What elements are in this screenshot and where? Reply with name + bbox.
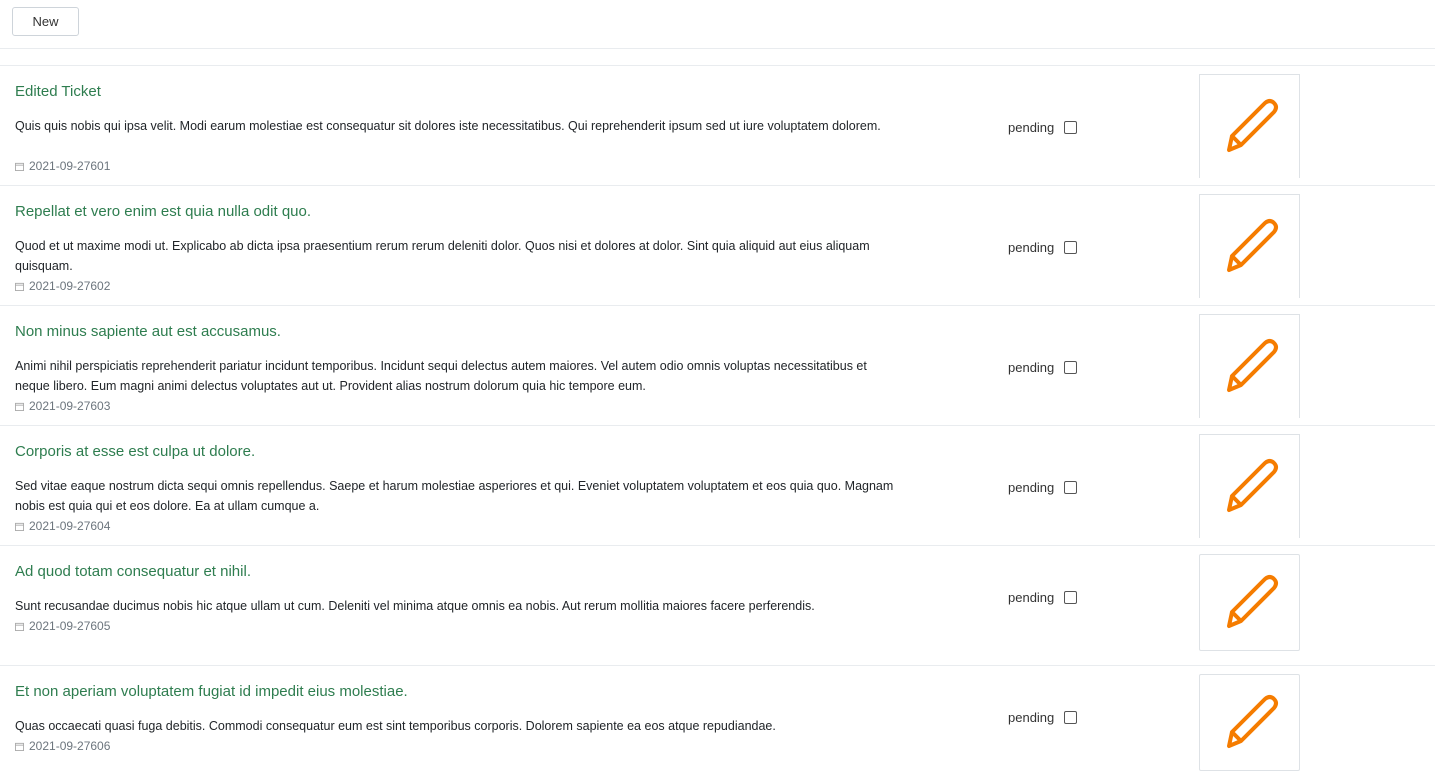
ticket-title[interactable]: Ad quod totam consequatur et nihil. — [15, 563, 251, 580]
ticket-description: Sed vitae eaque nostrum dicta sequi omni… — [15, 479, 894, 513]
ticket-title[interactable]: Non minus sapiente aut est accusamus. — [15, 323, 281, 340]
ticket-date: 2021-09-27606 — [29, 739, 111, 753]
ticket-description: Quod et ut maxime modi ut. Explicabo ab … — [15, 239, 870, 273]
ticket-date: 2021-09-27604 — [29, 519, 111, 533]
status-checkbox[interactable] — [1064, 591, 1078, 604]
ticket-title[interactable]: Et non aperiam voluptatem fugiat id impe… — [15, 683, 408, 700]
pencil-icon — [1226, 338, 1278, 392]
pencil-icon — [1226, 574, 1278, 628]
ticket-title[interactable]: Corporis at esse est culpa ut dolore. — [15, 443, 255, 460]
calendar-icon — [15, 282, 24, 291]
edit-button[interactable] — [1199, 74, 1300, 178]
status-label: pending — [1008, 240, 1055, 255]
ticket-date: 2021-09-27602 — [29, 279, 111, 293]
ticket-item: Repellat et vero enim est quia nulla odi… — [0, 186, 1435, 306]
pencil-icon — [1226, 694, 1278, 748]
ticket-description: Sunt recusandae ducimus nobis hic atque … — [15, 599, 815, 613]
edit-button[interactable] — [1199, 314, 1300, 418]
ticket-title[interactable]: Repellat et vero enim est quia nulla odi… — [15, 203, 311, 220]
ticket-meta: 2021-09-27605 — [15, 619, 110, 633]
status-checkbox[interactable] — [1064, 481, 1078, 494]
status-checkbox[interactable] — [1064, 121, 1078, 134]
ticket-meta: 2021-09-27601 — [15, 159, 110, 173]
ticket-item: Et non aperiam voluptatem fugiat id impe… — [0, 666, 1435, 784]
calendar-icon — [15, 522, 24, 531]
toolbar: New — [0, 0, 1435, 49]
ticket-description: Quis quis nobis qui ipsa velit. Modi ear… — [15, 119, 881, 133]
ticket-description: Quas occaecati quasi fuga debitis. Commo… — [15, 719, 776, 733]
status-area: pending — [1008, 240, 1078, 255]
pencil-icon — [1226, 218, 1278, 272]
status-area: pending — [1008, 480, 1078, 495]
edit-button[interactable] — [1199, 674, 1300, 771]
pencil-icon — [1226, 458, 1278, 512]
ticket-item: Corporis at esse est culpa ut dolore. Se… — [0, 426, 1435, 546]
ticket-list: Edited Ticket Quis quis nobis qui ipsa v… — [0, 65, 1435, 784]
ticket-description: Animi nihil perspiciatis reprehenderit p… — [15, 359, 867, 393]
ticket-item: Non minus sapiente aut est accusamus. An… — [0, 306, 1435, 426]
pencil-icon — [1226, 98, 1278, 152]
status-area: pending — [1008, 590, 1078, 605]
calendar-icon — [15, 162, 24, 171]
status-area: pending — [1008, 360, 1078, 375]
calendar-icon — [15, 742, 24, 751]
status-label: pending — [1008, 710, 1055, 725]
calendar-icon — [15, 402, 24, 411]
edit-button[interactable] — [1199, 554, 1300, 651]
status-checkbox[interactable] — [1064, 711, 1078, 724]
ticket-meta: 2021-09-27604 — [15, 519, 110, 533]
ticket-meta: 2021-09-27602 — [15, 279, 110, 293]
ticket-item: Ad quod totam consequatur et nihil. Sunt… — [0, 546, 1435, 666]
new-button[interactable]: New — [12, 7, 79, 36]
ticket-date: 2021-09-27605 — [29, 619, 111, 633]
ticket-title[interactable]: Edited Ticket — [15, 83, 101, 100]
status-area: pending — [1008, 710, 1078, 725]
status-label: pending — [1008, 480, 1055, 495]
edit-button[interactable] — [1199, 194, 1300, 298]
ticket-date: 2021-09-27601 — [29, 159, 111, 173]
status-area: pending — [1008, 120, 1078, 135]
ticket-meta: 2021-09-27603 — [15, 399, 110, 413]
status-label: pending — [1008, 360, 1055, 375]
ticket-item: Edited Ticket Quis quis nobis qui ipsa v… — [0, 66, 1435, 186]
ticket-meta: 2021-09-27606 — [15, 739, 110, 753]
status-label: pending — [1008, 590, 1055, 605]
ticket-date: 2021-09-27603 — [29, 399, 111, 413]
status-checkbox[interactable] — [1064, 241, 1078, 254]
status-label: pending — [1008, 120, 1055, 135]
calendar-icon — [15, 622, 24, 631]
status-checkbox[interactable] — [1064, 361, 1078, 374]
edit-button[interactable] — [1199, 434, 1300, 538]
